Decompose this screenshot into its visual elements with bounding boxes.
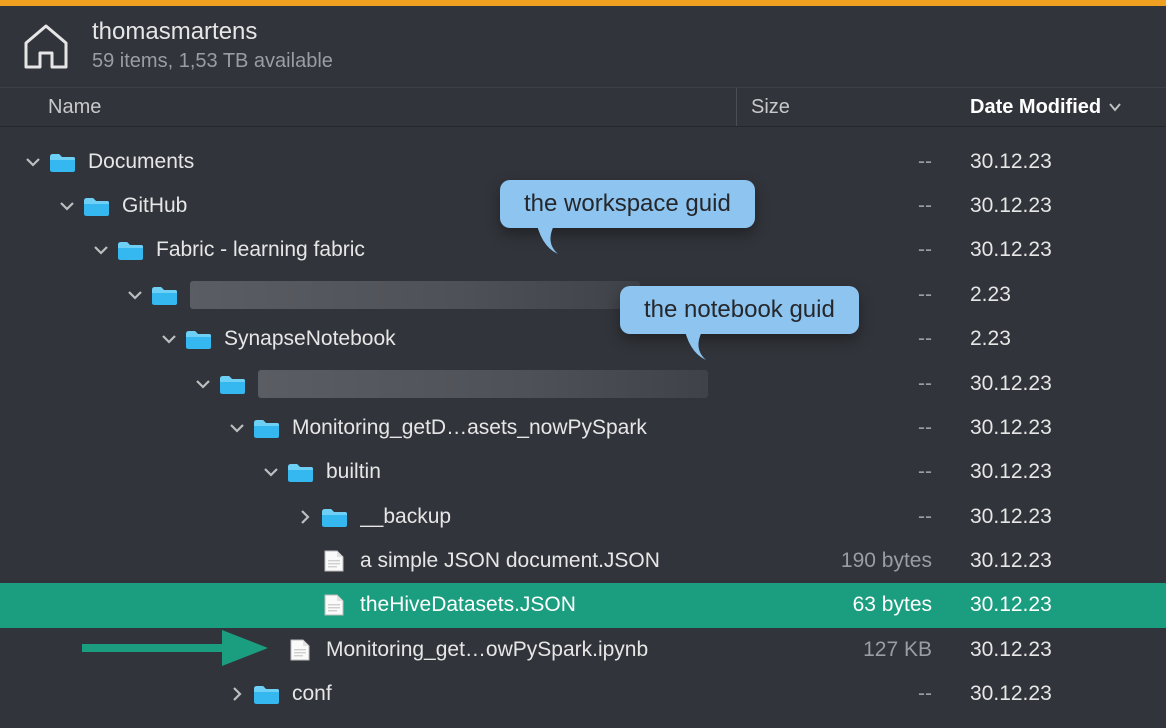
disclosure-spacer <box>296 552 314 570</box>
chevron-down-icon[interactable] <box>228 419 246 437</box>
chevron-down-icon[interactable] <box>24 153 42 171</box>
item-size: 190 bytes <box>736 549 956 573</box>
folder-row[interactable]: --2.23 <box>0 273 1166 317</box>
column-header-name[interactable]: Name <box>0 96 736 119</box>
document-icon <box>286 638 314 662</box>
item-date: 30.12.23 <box>956 593 1166 617</box>
folder-icon <box>82 194 110 218</box>
chevron-right-icon[interactable] <box>228 685 246 703</box>
annotation-callout-notebook: the notebook guid <box>620 286 859 334</box>
annotation-callout-workspace: the workspace guid <box>500 180 755 228</box>
column-header-size[interactable]: Size <box>736 88 956 126</box>
redacted-folder-name <box>258 370 708 398</box>
document-icon <box>320 549 348 573</box>
location-subtitle: 59 items, 1,53 TB available <box>92 48 333 75</box>
annotation-text: the workspace guid <box>524 190 731 217</box>
item-name: GitHub <box>122 194 187 218</box>
item-size: -- <box>736 682 956 706</box>
item-date: 30.12.23 <box>956 505 1166 529</box>
item-name: Documents <box>88 150 194 174</box>
item-name: Monitoring_get…owPySpark.ipynb <box>326 638 648 662</box>
chevron-down-icon[interactable] <box>160 330 178 348</box>
item-date: 2.23 <box>956 327 1166 351</box>
chevron-right-icon[interactable] <box>296 508 314 526</box>
item-size: -- <box>736 194 956 218</box>
item-date: 30.12.23 <box>956 460 1166 484</box>
item-size: -- <box>736 372 956 396</box>
item-name: Fabric - learning fabric <box>156 238 365 262</box>
item-date: 30.12.23 <box>956 638 1166 662</box>
chevron-down-icon[interactable] <box>194 375 212 393</box>
folder-icon <box>48 150 76 174</box>
folder-icon <box>116 238 144 262</box>
disclosure-spacer <box>296 596 314 614</box>
item-name: a simple JSON document.JSON <box>360 549 660 573</box>
annotation-text: the notebook guid <box>644 296 835 323</box>
item-date: 30.12.23 <box>956 194 1166 218</box>
column-header-date-label: Date Modified <box>970 96 1101 119</box>
item-size: 127 KB <box>736 638 956 662</box>
folder-row[interactable]: SynapseNotebook--2.23 <box>0 317 1166 361</box>
location-title: thomasmartens <box>92 16 333 48</box>
item-date: 30.12.23 <box>956 150 1166 174</box>
location-header: thomasmartens 59 items, 1,53 TB availabl… <box>0 6 1166 87</box>
folder-row[interactable]: builtin --30.12.23 <box>0 450 1166 494</box>
folder-icon <box>218 372 246 396</box>
item-name: __backup <box>360 505 451 529</box>
folder-icon <box>252 682 280 706</box>
item-date: 30.12.23 <box>956 549 1166 573</box>
item-name: builtin <box>326 460 381 484</box>
item-date: 30.12.23 <box>956 238 1166 262</box>
folder-icon <box>252 416 280 440</box>
folder-row[interactable]: __backup --30.12.23 <box>0 495 1166 539</box>
item-size: -- <box>736 505 956 529</box>
item-size: 63 bytes <box>736 593 956 617</box>
item-name: theHiveDatasets.JSON <box>360 593 576 617</box>
item-size: -- <box>736 238 956 262</box>
document-icon <box>320 593 348 617</box>
file-row[interactable]: theHiveDatasets.JSON 63 bytes30.12.23 <box>0 583 1166 627</box>
folder-icon <box>150 283 178 307</box>
folder-row[interactable]: Fabric - learning fabric --30.12.23 <box>0 228 1166 272</box>
item-date: 30.12.23 <box>956 372 1166 396</box>
item-size: -- <box>736 150 956 174</box>
file-row[interactable]: a simple JSON document.JSON 190 bytes30.1… <box>0 539 1166 583</box>
annotation-arrow <box>82 624 272 680</box>
home-icon <box>18 21 74 71</box>
folder-row[interactable]: --30.12.23 <box>0 361 1166 405</box>
item-size: -- <box>736 460 956 484</box>
folder-icon <box>184 327 212 351</box>
chevron-down-icon <box>1109 99 1121 115</box>
item-name: Monitoring_getD…asets_nowPySpark <box>292 416 647 440</box>
item-date: 30.12.23 <box>956 416 1166 440</box>
item-date: 2.23 <box>956 283 1166 307</box>
redacted-folder-name <box>190 281 640 309</box>
item-date: 30.12.23 <box>956 682 1166 706</box>
chevron-down-icon[interactable] <box>126 286 144 304</box>
column-header-row: Name Size Date Modified <box>0 87 1166 127</box>
folder-row[interactable]: Documents --30.12.23 <box>0 139 1166 183</box>
chevron-down-icon[interactable] <box>58 197 76 215</box>
chevron-down-icon[interactable] <box>92 241 110 259</box>
item-name: SynapseNotebook <box>224 327 396 351</box>
chevron-down-icon[interactable] <box>262 463 280 481</box>
folder-icon <box>320 505 348 529</box>
folder-row[interactable]: Monitoring_getD…asets_nowPySpark --30.12.… <box>0 406 1166 450</box>
folder-icon <box>286 460 314 484</box>
column-header-date[interactable]: Date Modified <box>956 88 1166 126</box>
item-size: -- <box>736 416 956 440</box>
item-name: conf <box>292 682 332 706</box>
